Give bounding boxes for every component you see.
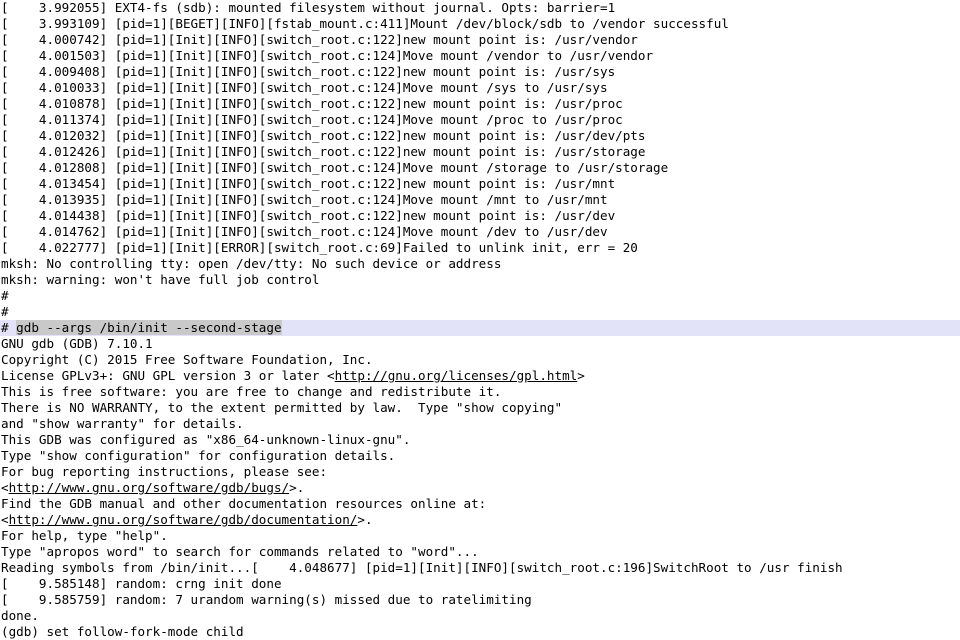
- line-text: [ 4.022777] [pid=1][Init][ERROR][switch_…: [1, 240, 638, 255]
- terminal-line: [ 4.012032] [pid=1][Init][INFO][switch_r…: [0, 128, 960, 144]
- line-text: done.: [1, 608, 39, 623]
- terminal-line: <http://www.gnu.org/software/gdb/documen…: [0, 512, 960, 528]
- terminal-line: GNU gdb (GDB) 7.10.1: [0, 336, 960, 352]
- terminal-line: [ 4.001503] [pid=1][Init][INFO][switch_r…: [0, 48, 960, 64]
- terminal-line: This is free software: you are free to c…: [0, 384, 960, 400]
- line-text-prefix: <: [1, 512, 9, 527]
- terminal-line: #: [0, 304, 960, 320]
- line-text: Type "apropos word" to search for comman…: [1, 544, 479, 559]
- line-text: [ 4.000742] [pid=1][Init][INFO][switch_r…: [1, 32, 638, 47]
- terminal-line: [ 4.009408] [pid=1][Init][INFO][switch_r…: [0, 64, 960, 80]
- terminal-line: Reading symbols from /bin/init...[ 4.048…: [0, 560, 960, 576]
- line-text: [ 4.011374] [pid=1][Init][INFO][switch_r…: [1, 112, 623, 127]
- line-text: For bug reporting instructions, please s…: [1, 464, 328, 479]
- line-text: There is NO WARRANTY, to the extent perm…: [1, 400, 563, 415]
- line-text: Copyright (C) 2015 Free Software Foundat…: [1, 352, 373, 367]
- line-text: and "show warranty" for details.: [1, 416, 244, 431]
- line-text: [ 4.010878] [pid=1][Init][INFO][switch_r…: [1, 96, 623, 111]
- line-text: [ 9.585759] random: 7 urandom warning(s)…: [1, 592, 532, 607]
- line-text-prefix: <: [1, 480, 9, 495]
- line-text: [ 4.014438] [pid=1][Init][INFO][switch_r…: [1, 208, 616, 223]
- line-text-suffix: >.: [357, 512, 373, 527]
- terminal-line: [ 4.013454] [pid=1][Init][INFO][switch_r…: [0, 176, 960, 192]
- terminal-line: [ 9.585148] random: crng init done: [0, 576, 960, 592]
- terminal-line: License GPLv3+: GNU GPL version 3 or lat…: [0, 368, 960, 384]
- line-text-suffix: >: [577, 368, 585, 383]
- url-link[interactable]: http://www.gnu.org/software/gdb/document…: [9, 512, 358, 527]
- line-text: [ 4.012808] [pid=1][Init][INFO][switch_r…: [1, 160, 669, 175]
- line-text: mksh: warning: won't have full job contr…: [1, 272, 320, 287]
- line-text-suffix: >.: [289, 480, 305, 495]
- terminal-screen[interactable]: [ 3.992055] EXT4-fs (sdb): mounted files…: [0, 0, 960, 640]
- terminal-line: [ 4.010878] [pid=1][Init][INFO][switch_r…: [0, 96, 960, 112]
- terminal-line: mksh: warning: won't have full job contr…: [0, 272, 960, 288]
- line-text: [ 4.013935] [pid=1][Init][INFO][switch_r…: [1, 192, 608, 207]
- line-text-prefix: License GPLv3+: GNU GPL version 3 or lat…: [1, 368, 335, 383]
- line-text: Find the GDB manual and other documentat…: [1, 496, 487, 511]
- terminal-line: Type "apropos word" to search for comman…: [0, 544, 960, 560]
- line-text: #: [1, 304, 9, 319]
- line-text: This GDB was configured as "x86_64-unkno…: [1, 432, 411, 447]
- terminal-line: [ 9.585759] random: 7 urandom warning(s)…: [0, 592, 960, 608]
- terminal-line: [ 4.013935] [pid=1][Init][INFO][switch_r…: [0, 192, 960, 208]
- line-text: [ 4.012032] [pid=1][Init][INFO][switch_r…: [1, 128, 646, 143]
- line-text: [ 4.012426] [pid=1][Init][INFO][switch_r…: [1, 144, 646, 159]
- terminal-line: For help, type "help".: [0, 528, 960, 544]
- terminal-line: [ 4.012808] [pid=1][Init][INFO][switch_r…: [0, 160, 960, 176]
- line-text: This is free software: you are free to c…: [1, 384, 502, 399]
- line-text: [ 4.009408] [pid=1][Init][INFO][switch_r…: [1, 64, 616, 79]
- terminal-line: (gdb) set follow-fork-mode child: [0, 624, 960, 640]
- terminal-line: [ 3.993109] [pid=1][BEGET][INFO][fstab_m…: [0, 16, 960, 32]
- terminal-line: and "show warranty" for details.: [0, 416, 960, 432]
- line-text: [ 4.010033] [pid=1][Init][INFO][switch_r…: [1, 80, 608, 95]
- line-text: Reading symbols from /bin/init...[ 4.048…: [1, 560, 843, 575]
- line-text: [ 3.992055] EXT4-fs (sdb): mounted files…: [1, 0, 616, 15]
- url-link[interactable]: http://www.gnu.org/software/gdb/bugs/: [9, 480, 290, 495]
- line-text: [ 9.585148] random: crng init done: [1, 576, 282, 591]
- terminal-line: Type "show configuration" for configurat…: [0, 448, 960, 464]
- terminal-line: Copyright (C) 2015 Free Software Foundat…: [0, 352, 960, 368]
- terminal-command-line[interactable]: # gdb --args /bin/init --second-stage: [0, 320, 960, 336]
- terminal-line: This GDB was configured as "x86_64-unkno…: [0, 432, 960, 448]
- terminal-line: [ 3.992055] EXT4-fs (sdb): mounted files…: [0, 0, 960, 16]
- terminal-line: mksh: No controlling tty: open /dev/tty:…: [0, 256, 960, 272]
- terminal-line: [ 4.000742] [pid=1][Init][INFO][switch_r…: [0, 32, 960, 48]
- line-text: [ 4.001503] [pid=1][Init][INFO][switch_r…: [1, 48, 654, 63]
- line-text: [ 4.013454] [pid=1][Init][INFO][switch_r…: [1, 176, 616, 191]
- terminal-line: There is NO WARRANTY, to the extent perm…: [0, 400, 960, 416]
- terminal-line: [ 4.010033] [pid=1][Init][INFO][switch_r…: [0, 80, 960, 96]
- shell-prompt: #: [1, 320, 17, 335]
- terminal-line: Find the GDB manual and other documentat…: [0, 496, 960, 512]
- line-text: mksh: No controlling tty: open /dev/tty:…: [1, 256, 502, 271]
- line-text: For help, type "help".: [1, 528, 168, 543]
- terminal-line: [ 4.011374] [pid=1][Init][INFO][switch_r…: [0, 112, 960, 128]
- terminal-line: [ 4.014438] [pid=1][Init][INFO][switch_r…: [0, 208, 960, 224]
- line-text: [ 3.993109] [pid=1][BEGET][INFO][fstab_m…: [1, 16, 729, 31]
- line-text: Type "show configuration" for configurat…: [1, 448, 396, 463]
- url-link[interactable]: http://gnu.org/licenses/gpl.html: [335, 368, 578, 383]
- line-text: GNU gdb (GDB) 7.10.1: [1, 336, 153, 351]
- line-text: #: [1, 288, 9, 303]
- terminal-line: [ 4.012426] [pid=1][Init][INFO][switch_r…: [0, 144, 960, 160]
- terminal-line: <http://www.gnu.org/software/gdb/bugs/>.: [0, 480, 960, 496]
- terminal-line: #: [0, 288, 960, 304]
- selected-command-text[interactable]: gdb --args /bin/init --second-stage: [16, 320, 282, 335]
- terminal-line: done.: [0, 608, 960, 624]
- terminal-line: [ 4.022777] [pid=1][Init][ERROR][switch_…: [0, 240, 960, 256]
- terminal-output: [ 3.992055] EXT4-fs (sdb): mounted files…: [0, 0, 960, 640]
- terminal-line: For bug reporting instructions, please s…: [0, 464, 960, 480]
- line-text: (gdb) set follow-fork-mode child: [1, 624, 244, 639]
- line-text: [ 4.014762] [pid=1][Init][INFO][switch_r…: [1, 224, 608, 239]
- terminal-line: [ 4.014762] [pid=1][Init][INFO][switch_r…: [0, 224, 960, 240]
